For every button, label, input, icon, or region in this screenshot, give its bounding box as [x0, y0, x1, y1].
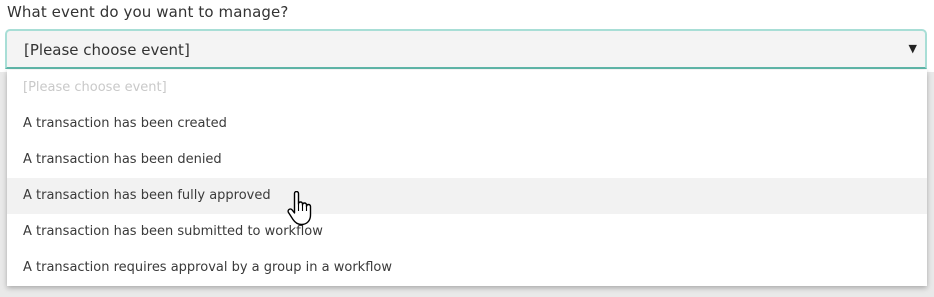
option-transaction-created[interactable]: A transaction has been created: [7, 106, 927, 142]
event-select[interactable]: [Please choose event] ▼: [5, 29, 927, 69]
option-transaction-fully-approved[interactable]: A transaction has been fully approved: [7, 178, 927, 214]
option-transaction-denied[interactable]: A transaction has been denied: [7, 142, 927, 178]
event-dropdown-list: [Please choose event] A transaction has …: [7, 70, 927, 286]
event-select-value: [Please choose event]: [24, 41, 190, 59]
page: What event do you want to manage? [Pleas…: [0, 0, 934, 297]
option-transaction-requires-group-approval[interactable]: A transaction requires approval by a gro…: [7, 250, 927, 286]
caret-down-icon: ▼: [908, 42, 917, 55]
option-please-choose: [Please choose event]: [23, 80, 167, 95]
option-transaction-submitted-to-workflow[interactable]: A transaction has been submitted to work…: [7, 214, 927, 250]
event-question-label: What event do you want to manage?: [7, 3, 289, 21]
hand-pointer-icon: [287, 191, 312, 226]
